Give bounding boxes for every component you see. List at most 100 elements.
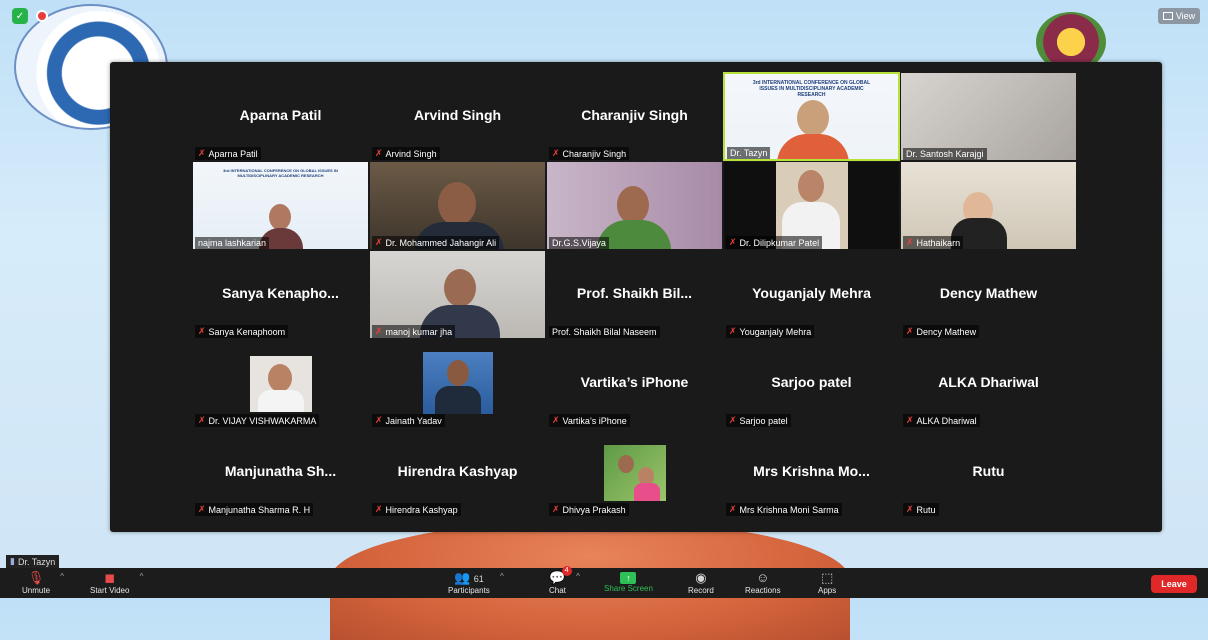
participant-tile[interactable]: 3rd INTERNATIONAL CONFERENCE ON GLOBAL I… xyxy=(192,161,369,250)
view-label: View xyxy=(1175,11,1196,21)
participant-name: Vartika’s iPhone xyxy=(562,415,627,426)
mic-muted-icon: ✗ xyxy=(729,504,737,514)
participants-button[interactable]: 👥 61 Participants ^ xyxy=(448,570,504,595)
mic-muted-icon: ✗ xyxy=(906,504,914,514)
participant-display-name: Rutu xyxy=(972,463,1005,479)
participant-tile[interactable]: Rutu ✗ Rutu xyxy=(900,428,1077,517)
participant-tile[interactable]: 3rd INTERNATIONAL CONFERENCE ON GLOBAL I… xyxy=(723,72,900,161)
participant-name-label: ✗ Mrs Krishna Moni Sarma xyxy=(726,503,842,516)
mic-muted-icon: ✗ xyxy=(198,148,206,158)
participant-tile[interactable]: Sarjoo patel ✗ Sarjoo patel xyxy=(723,339,900,428)
mic-muted-icon: ✗ xyxy=(375,415,383,425)
participant-name-label: ✗ Sarjoo patel xyxy=(726,414,791,427)
participant-tile[interactable]: Hirendra Kashyap ✗ Hirendra Kashyap xyxy=(369,428,546,517)
reactions-button[interactable]: ☺ Reactions xyxy=(745,570,781,595)
participant-tile[interactable]: Dr. Santosh Karajgi xyxy=(900,72,1077,161)
participant-name: Manjunatha Sharma R. H xyxy=(208,504,311,515)
participant-video xyxy=(901,73,1076,160)
mic-muted-icon: ✗ xyxy=(375,504,383,514)
participant-tile[interactable]: Sanya Kenapho... ✗ Sanya Kenaphoom xyxy=(192,250,369,339)
participant-display-name: Sanya Kenapho... xyxy=(222,285,339,301)
apps-icon: ⬚ xyxy=(820,570,834,585)
chevron-up-icon[interactable]: ^ xyxy=(140,572,144,581)
mic-muted-icon: ✗ xyxy=(906,326,914,336)
participant-name-label: ✗ Dr. Dilipkumar Patel xyxy=(726,236,823,249)
participant-tile[interactable]: ✗ Hathaikarn xyxy=(900,161,1077,250)
participant-photo xyxy=(249,356,312,412)
chevron-up-icon[interactable]: ^ xyxy=(500,572,504,581)
record-button[interactable]: ◉ Record xyxy=(688,570,714,595)
participant-tile[interactable]: Charanjiv Singh ✗ Charanjiv Singh xyxy=(546,72,723,161)
participant-display-name: Vartika’s iPhone xyxy=(580,374,689,390)
participant-tile[interactable]: ✗ Dhivya Prakash xyxy=(546,428,723,517)
participant-name: Arvind Singh xyxy=(385,148,437,159)
participant-name: Dr.G.S.Vijaya xyxy=(552,238,606,248)
participant-tile[interactable]: Manjunatha Sh... ✗ Manjunatha Sharma R. H xyxy=(192,428,369,517)
participant-tile[interactable]: Vartika’s iPhone ✗ Vartika’s iPhone xyxy=(546,339,723,428)
participant-tile[interactable]: Aparna Patil ✗ Aparna Patil xyxy=(192,72,369,161)
participant-name: Aparna Patil xyxy=(208,148,258,159)
participant-name: Rutu xyxy=(916,504,936,515)
participant-tile[interactable]: ✗ Dr. Mohammed Jahangir Ali xyxy=(369,161,546,250)
participant-tile[interactable]: Prof. Shaikh Bil... Prof. Shaikh Bilal Na… xyxy=(546,250,723,339)
participant-name-label: ✗ Dr. Mohammed Jahangir Ali xyxy=(372,236,500,249)
participant-tile[interactable]: Arvind Singh ✗ Arvind Singh xyxy=(369,72,546,161)
participant-tile[interactable]: ✗ manoj kumar jha xyxy=(369,250,546,339)
mic-muted-icon: ✗ xyxy=(729,415,737,425)
participant-name-label: ✗ Dency Mathew xyxy=(903,325,980,338)
participants-label: Participants xyxy=(448,586,490,595)
participant-display-name: Prof. Shaikh Bil... xyxy=(576,285,693,301)
share-screen-icon: ↑ xyxy=(620,572,637,584)
participant-name: Dr. Dilipkumar Patel xyxy=(739,237,820,248)
active-speaker-label: ▮ Dr. Tazyn xyxy=(6,555,60,568)
participant-tile[interactable]: Youganjaly Mehra ✗ Youganjaly Mehra xyxy=(723,250,900,339)
share-screen-label: Share Screen xyxy=(604,584,653,593)
mic-muted-icon: ✗ xyxy=(375,148,383,158)
slide-text: 3rd INTERNATIONAL CONFERENCE ON GLOBAL I… xyxy=(752,80,871,98)
participant-tile[interactable]: ALKA Dhariwal ✗ ALKA Dhariwal xyxy=(900,339,1077,428)
slide-text: 3rd INTERNATIONAL CONFERENCE ON GLOBAL I… xyxy=(223,168,338,178)
record-label: Record xyxy=(688,586,714,595)
participant-video: 3rd INTERNATIONAL CONFERENCE ON GLOBAL I… xyxy=(193,162,368,249)
unmute-button[interactable]: 🎙 Unmute ^ xyxy=(22,570,64,595)
participants-icon: 👥 61 xyxy=(453,570,484,585)
chat-button[interactable]: 💬 4 Chat ^ xyxy=(549,566,580,595)
participant-grid: Aparna Patil ✗ Aparna Patil Arvind Singh ✗ Ar… xyxy=(192,72,1077,517)
chevron-up-icon[interactable]: ^ xyxy=(60,572,64,581)
participant-name: Dr. VIJAY VISHWAKARMA xyxy=(208,415,317,426)
participant-tile[interactable]: ✗ Dr. VIJAY VISHWAKARMA xyxy=(192,339,369,428)
share-screen-button[interactable]: ↑ Share Screen xyxy=(604,570,653,593)
participant-name: Dr. Tazyn xyxy=(730,148,768,158)
start-video-button[interactable]: ◼ Start Video ^ xyxy=(90,570,143,595)
mic-muted-icon: ✗ xyxy=(375,237,383,247)
mic-muted-icon: ✗ xyxy=(552,504,560,514)
chat-icon: 💬 4 xyxy=(549,566,572,586)
participant-name-label: najma lashkarian xyxy=(195,237,270,249)
view-icon xyxy=(1162,12,1173,20)
participant-name-label: Dr. Tazyn xyxy=(727,147,771,159)
mic-muted-icon: ✗ xyxy=(198,326,206,336)
start-video-label: Start Video xyxy=(90,586,130,595)
participant-tile[interactable]: Dr.G.S.Vijaya xyxy=(546,161,723,250)
participant-tile[interactable]: ✗ Jainath Yadav xyxy=(369,339,546,428)
participant-tile[interactable]: Mrs Krishna Mo... ✗ Mrs Krishna Moni Sarma xyxy=(723,428,900,517)
participant-name: najma lashkarian xyxy=(198,238,267,248)
reactions-icon: ☺ xyxy=(756,570,770,585)
participant-display-name: Arvind Singh xyxy=(413,107,502,123)
mic-muted-icon: ✗ xyxy=(729,326,737,336)
mic-muted-icon: ✗ xyxy=(375,326,383,336)
meeting-toolbar: 🎙 Unmute ^ ◼ Start Video ^ 👥 61 Particip… xyxy=(0,566,1208,598)
participant-name: Dency Mathew xyxy=(916,326,977,337)
leave-button[interactable]: Leave xyxy=(1151,575,1197,593)
apps-button[interactable]: ⬚ Apps xyxy=(818,570,836,595)
chevron-up-icon[interactable]: ^ xyxy=(576,572,580,581)
participant-name: Hathaikarn xyxy=(916,237,961,248)
participant-tile[interactable]: ✗ Dr. Dilipkumar Patel xyxy=(723,161,900,250)
participant-display-name: Hirendra Kashyap xyxy=(397,463,518,479)
participant-tile[interactable]: Dency Mathew ✗ Dency Mathew xyxy=(900,250,1077,339)
view-button[interactable]: View xyxy=(1158,8,1200,24)
chat-label: Chat xyxy=(549,586,566,595)
participant-name: Hirendra Kashyap xyxy=(385,504,458,515)
security-shield-icon[interactable]: ✓ xyxy=(12,8,28,24)
participant-name: Dr. Mohammed Jahangir Ali xyxy=(385,237,497,248)
